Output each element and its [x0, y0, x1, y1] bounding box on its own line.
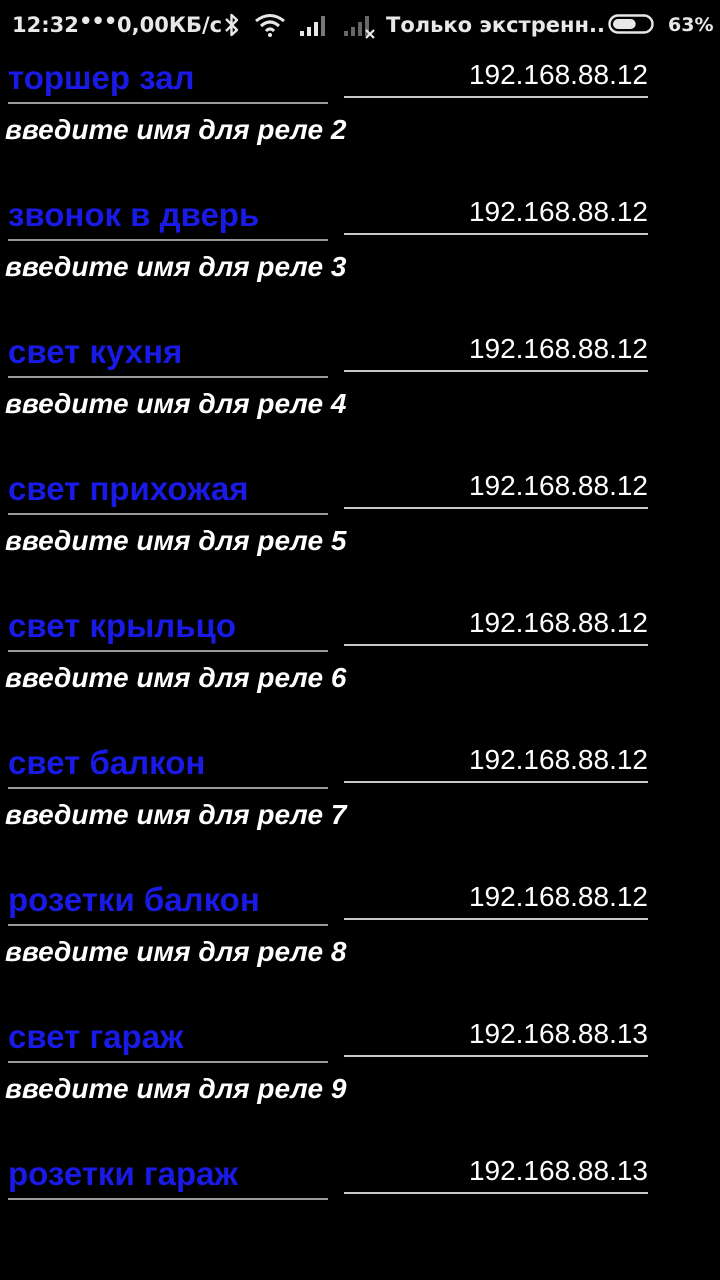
relay-label-6: введите имя для реле 6: [5, 662, 347, 693]
relay-name-value: свет кухня: [8, 333, 183, 370]
relay-label-7: введите имя для реле 7: [5, 799, 347, 830]
relay-row-5: свет крыльцо 192.168.88.12: [0, 598, 720, 658]
relay-name-value: звонок в дверь: [8, 196, 260, 233]
relay-row-3: свет кухня 192.168.88.12: [0, 324, 720, 384]
relay-ip-input-1[interactable]: 192.168.88.12: [344, 50, 648, 98]
relay-name-value: свет крыльцо: [8, 607, 237, 644]
relay-name-input-3[interactable]: свет кухня: [8, 324, 328, 378]
relay-name-input-9[interactable]: розетки гараж: [8, 1146, 328, 1200]
relay-ip-input-3[interactable]: 192.168.88.12: [344, 324, 648, 372]
relay-name-value: свет гараж: [8, 1018, 184, 1055]
relay-name-value: розетки гараж: [8, 1155, 238, 1192]
relay-name-input-7[interactable]: розетки балкон: [8, 872, 328, 926]
notification-dots-icon: •••: [79, 9, 117, 33]
relay-label-3: введите имя для реле 3: [5, 251, 347, 282]
relay-name-input-8[interactable]: свет гараж: [8, 1009, 328, 1063]
relay-label-2: введите имя для реле 2: [5, 114, 347, 145]
relay-row-2: звонок в дверь 192.168.88.12: [0, 187, 720, 247]
relay-ip-input-6[interactable]: 192.168.88.12: [344, 735, 648, 783]
relay-row-7: розетки балкон 192.168.88.12: [0, 872, 720, 932]
relay-name-input-2[interactable]: звонок в дверь: [8, 187, 328, 241]
relay-ip-input-2[interactable]: 192.168.88.12: [344, 187, 648, 235]
relay-row-6: свет балкон 192.168.88.12: [0, 735, 720, 795]
relay-name-value: торшер зал: [8, 59, 195, 96]
relay-name-value: свет балкон: [8, 744, 206, 781]
carrier-text: Только экстренн..: [386, 13, 605, 37]
relay-name-input-5[interactable]: свет крыльцо: [8, 598, 328, 652]
relay-ip-input-7[interactable]: 192.168.88.12: [344, 872, 648, 920]
relay-name-input-1[interactable]: торшер зал: [8, 50, 328, 104]
relay-row-1: торшер зал 192.168.88.12: [0, 50, 720, 110]
battery-percent: 63%: [668, 14, 714, 36]
network-speed: 0,00КБ/с: [117, 13, 223, 37]
signal-icon: [300, 16, 325, 36]
relay-label-9: введите имя для реле 9: [5, 1073, 347, 1104]
relay-label-5: введите имя для реле 5: [5, 525, 347, 556]
status-time: 12:32: [12, 13, 79, 37]
wifi-icon: [255, 14, 285, 37]
relay-row-4: свет прихожая 192.168.88.12: [0, 461, 720, 521]
relay-ip-input-9[interactable]: 192.168.88.13: [344, 1146, 648, 1194]
relay-name-input-4[interactable]: свет прихожая: [8, 461, 328, 515]
battery-icon: [608, 14, 654, 34]
status-bar: 12:32 ••• 0,00КБ/с Только экстренн.. 63%: [0, 0, 720, 50]
relay-ip-input-4[interactable]: 192.168.88.12: [344, 461, 648, 509]
relay-ip-input-8[interactable]: 192.168.88.13: [344, 1009, 648, 1057]
relay-name-value: розетки балкон: [8, 881, 260, 918]
relay-row-9: розетки гараж 192.168.88.13: [0, 1146, 720, 1206]
relay-row-8: свет гараж 192.168.88.13: [0, 1009, 720, 1069]
bluetooth-icon: [225, 13, 239, 37]
relay-label-4: введите имя для реле 4: [5, 388, 347, 419]
signal-no-sim-icon: [344, 16, 375, 39]
relay-label-8: введите имя для реле 8: [5, 936, 347, 967]
relay-name-value: свет прихожая: [8, 470, 249, 507]
relay-ip-input-5[interactable]: 192.168.88.12: [344, 598, 648, 646]
relay-name-input-6[interactable]: свет балкон: [8, 735, 328, 789]
